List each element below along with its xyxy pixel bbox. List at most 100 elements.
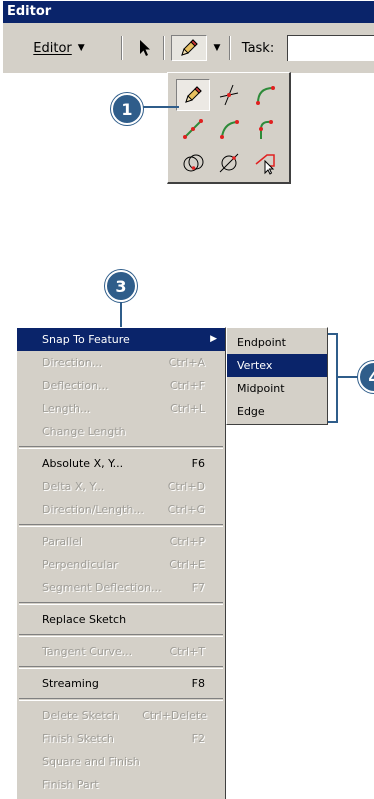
menu-item-shortcut: Ctrl+G bbox=[167, 503, 205, 516]
pencil-icon bbox=[181, 39, 198, 56]
intersection-tool[interactable] bbox=[212, 79, 246, 111]
menu-item-label: Delta X, Y... bbox=[42, 480, 105, 493]
menu-item-shortcut: F2 bbox=[191, 732, 205, 745]
arc-icon bbox=[256, 86, 275, 105]
submenu-item-midpoint[interactable]: Midpoint bbox=[227, 377, 327, 400]
pencil-icon bbox=[185, 86, 202, 103]
menu-item-label: Perpendicular bbox=[42, 558, 118, 571]
toolbar-row: Editor ▼ ▼ Task: bbox=[3, 34, 374, 62]
submenu-item-endpoint[interactable]: Endpoint bbox=[227, 331, 327, 354]
toolbar-separator bbox=[163, 36, 165, 60]
arrow-pointer-icon bbox=[140, 40, 150, 56]
menu-item-shortcut: Ctrl+F bbox=[169, 379, 205, 392]
menu-item-label: Change Length bbox=[42, 425, 126, 438]
menu-item-finish-part[interactable]: Finish Part bbox=[17, 773, 225, 796]
distance-distance-tool[interactable] bbox=[176, 147, 210, 179]
menu-item-delta-xy[interactable]: Delta X, Y... Ctrl+D bbox=[17, 475, 225, 498]
intersection-icon bbox=[219, 84, 239, 106]
menu-item-delete-sketch[interactable]: Delete Sketch Ctrl+Delete bbox=[17, 704, 225, 727]
menu-item-direction-length[interactable]: Direction/Length... Ctrl+G bbox=[17, 498, 225, 521]
menu-item-label: Finish Part bbox=[42, 778, 99, 791]
toolbar-separator bbox=[121, 36, 123, 60]
menu-item-finish-sketch[interactable]: Finish Sketch F2 bbox=[17, 727, 225, 750]
menu-item-label: Direction... bbox=[42, 356, 103, 369]
menu-item-snap-to-feature[interactable]: Snap To Feature ▶ bbox=[17, 328, 225, 351]
toolbar-separator bbox=[229, 36, 231, 60]
tangent-icon bbox=[259, 120, 273, 139]
midpoint-tool[interactable] bbox=[176, 113, 210, 145]
editor-menu-button[interactable]: Editor ▼ bbox=[11, 34, 107, 62]
menu-separator bbox=[19, 524, 223, 527]
sketch-tool-palette bbox=[167, 72, 291, 184]
menu-item-shortcut: Ctrl+Delete bbox=[142, 709, 207, 722]
menu-separator bbox=[19, 666, 223, 669]
direction-distance-tool[interactable] bbox=[212, 147, 246, 179]
menu-item-label: Parallel bbox=[42, 535, 83, 548]
end-point-arc-tool[interactable] bbox=[212, 113, 246, 145]
menu-separator bbox=[19, 698, 223, 701]
editor-toolbar: Editor Editor ▼ ▼ Task: bbox=[2, 0, 374, 73]
menu-separator bbox=[19, 634, 223, 637]
menu-item-label: Direction/Length... bbox=[42, 503, 144, 516]
tangent-tool[interactable] bbox=[248, 113, 282, 145]
menu-item-label: Absolute X, Y... bbox=[42, 457, 124, 470]
menu-item-tangent-curve[interactable]: Tangent Curve... Ctrl+T bbox=[17, 640, 225, 663]
snap-to-feature-submenu: Endpoint Vertex Midpoint Edge bbox=[226, 327, 328, 425]
menu-separator bbox=[19, 446, 223, 449]
menu-item-label: Snap To Feature bbox=[42, 333, 130, 346]
menu-item-label: Tangent Curve... bbox=[42, 645, 133, 658]
submenu-item-vertex[interactable]: Vertex bbox=[227, 354, 327, 377]
menu-item-replace-sketch[interactable]: Replace Sketch bbox=[17, 608, 225, 631]
menu-item-shortcut: Ctrl+T bbox=[169, 645, 205, 658]
menu-item-shortcut: Ctrl+D bbox=[167, 480, 205, 493]
menu-item-shortcut: Ctrl+A bbox=[168, 356, 205, 369]
sketch-context-menu: Snap To Feature ▶ Direction... Ctrl+A De… bbox=[16, 327, 226, 799]
task-label: Task: bbox=[241, 40, 275, 56]
menu-item-label: Finish Sketch bbox=[42, 732, 114, 745]
menu-item-streaming[interactable]: Streaming F8 bbox=[17, 672, 225, 695]
editor-menu-label: Editor bbox=[33, 40, 72, 56]
menu-item-shortcut: F7 bbox=[191, 581, 205, 594]
menu-item-label: Delete Sketch bbox=[42, 709, 119, 722]
edit-tool-button[interactable] bbox=[131, 34, 159, 62]
task-dropdown[interactable] bbox=[287, 35, 374, 61]
step-3-callout: 3 bbox=[105, 270, 137, 302]
sketch-tool-button[interactable] bbox=[171, 35, 207, 61]
sketch-tool[interactable] bbox=[176, 79, 210, 111]
sketch-palette-dropdown[interactable]: ▼ bbox=[209, 34, 225, 62]
callout-1-leader bbox=[139, 106, 179, 108]
menu-item-parallel[interactable]: Parallel Ctrl+P bbox=[17, 530, 225, 553]
chevron-down-icon: ▼ bbox=[77, 43, 85, 53]
menu-item-label: Replace Sketch bbox=[42, 613, 127, 626]
menu-item-absolute-xy[interactable]: Absolute X, Y... F6 bbox=[17, 452, 225, 475]
menu-item-label: Streaming bbox=[42, 677, 99, 690]
menu-item-label: Square and Finish bbox=[42, 755, 140, 768]
submenu-item-edge[interactable]: Edge bbox=[227, 400, 327, 423]
arc-tool[interactable] bbox=[248, 79, 282, 111]
menu-item-perpendicular[interactable]: Perpendicular Ctrl+E bbox=[17, 553, 225, 576]
menu-item-square-and-finish[interactable]: Square and Finish bbox=[17, 750, 225, 773]
menu-item-shortcut: Ctrl+E bbox=[169, 558, 205, 571]
callout-3-leader bbox=[120, 300, 122, 330]
menu-item-label: Length... bbox=[42, 402, 91, 415]
step-1-callout: 1 bbox=[111, 93, 143, 125]
menu-item-segment-deflection[interactable]: Segment Deflection... F7 bbox=[17, 576, 225, 599]
menu-item-shortcut: Ctrl+L bbox=[170, 402, 205, 415]
distance-distance-icon bbox=[183, 154, 204, 172]
trace-tool[interactable] bbox=[248, 147, 282, 179]
menu-item-label: Segment Deflection... bbox=[42, 581, 162, 594]
menu-item-direction[interactable]: Direction... Ctrl+A bbox=[17, 351, 225, 374]
menu-item-length[interactable]: Length... Ctrl+L bbox=[17, 397, 225, 420]
submenu-arrow-icon: ▶ bbox=[210, 334, 217, 344]
chevron-down-icon: ▼ bbox=[213, 43, 221, 53]
direction-distance-icon bbox=[219, 153, 239, 173]
toolbar-title: Editor bbox=[3, 1, 374, 23]
menu-item-change-length[interactable]: Change Length bbox=[17, 420, 225, 443]
trace-icon bbox=[255, 154, 275, 175]
menu-item-deflection[interactable]: Deflection... Ctrl+F bbox=[17, 374, 225, 397]
callout-4-leader bbox=[338, 376, 360, 378]
menu-item-label: Deflection... bbox=[42, 379, 109, 392]
midpoint-icon bbox=[183, 119, 203, 139]
menu-item-shortcut: Ctrl+P bbox=[169, 535, 205, 548]
menu-item-shortcut: F8 bbox=[191, 677, 205, 690]
